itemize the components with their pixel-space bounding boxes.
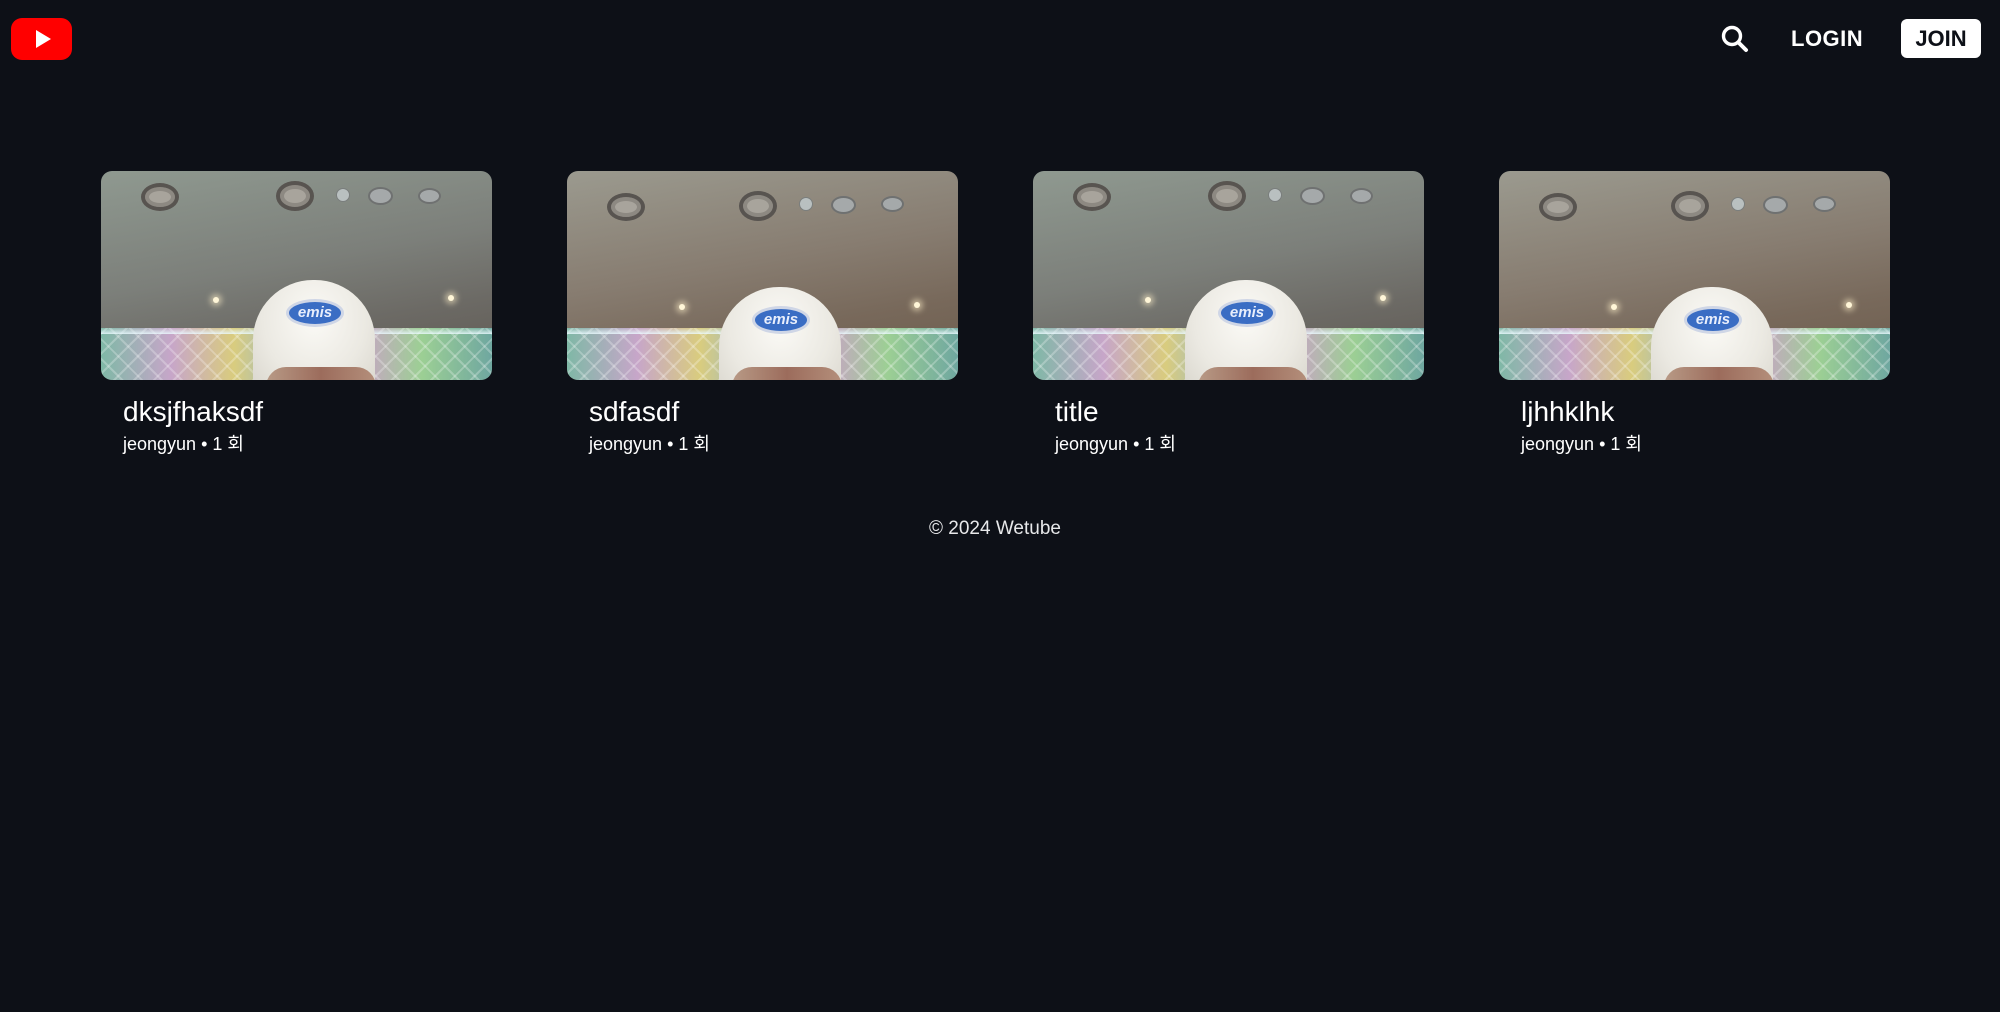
wall-light [1611, 304, 1617, 310]
wall-light [1380, 295, 1386, 301]
video-card[interactable]: emis title jeongyun • 1 회 [1033, 171, 1424, 456]
ceiling-fixture [1813, 196, 1836, 212]
cap-logo: emis [286, 299, 344, 327]
play-icon [36, 30, 51, 48]
video-views: 1 회 [212, 434, 244, 454]
wall-light [448, 295, 454, 301]
ceiling-fixture [1300, 187, 1325, 205]
video-thumbnail[interactable]: emis [1033, 171, 1424, 380]
video-meta: jeongyun • 1 회 [123, 432, 492, 456]
video-views: 1 회 [678, 434, 710, 454]
face [732, 367, 842, 380]
video-card[interactable]: emis dksjfhaksdf jeongyun • 1 회 [101, 171, 492, 456]
login-link[interactable]: LOGIN [1791, 24, 1863, 54]
ceiling-vent [1671, 191, 1709, 221]
video-card[interactable]: emis sdfasdf jeongyun • 1 회 [567, 171, 958, 456]
ceiling-vent [276, 181, 314, 211]
video-title[interactable]: title [1055, 395, 1424, 429]
video-owner[interactable]: jeongyun [589, 434, 662, 454]
footer-copyright: © 2024 Wetube [929, 518, 1061, 539]
video-meta: jeongyun • 1 회 [1521, 432, 1890, 456]
wall-light [679, 304, 685, 310]
video-thumbnail[interactable]: emis [101, 171, 492, 380]
meta-separator: • [1133, 434, 1140, 454]
face [1664, 367, 1774, 380]
ceiling-fixture [1763, 196, 1788, 214]
video-title[interactable]: dksjfhaksdf [123, 395, 492, 429]
wall-light [1846, 302, 1852, 308]
video-title[interactable]: ljhhklhk [1521, 395, 1890, 429]
ceiling-fixture [881, 196, 904, 212]
ceiling-light [799, 197, 813, 211]
video-meta: jeongyun • 1 회 [1055, 432, 1424, 456]
ceiling-light [336, 188, 350, 202]
search-icon[interactable] [1720, 24, 1750, 54]
face [266, 367, 376, 380]
header: LOGIN JOIN [0, 0, 2000, 78]
video-views: 1 회 [1610, 434, 1642, 454]
video-card[interactable]: emis ljhhklhk jeongyun • 1 회 [1499, 171, 1890, 456]
video-title[interactable]: sdfasdf [589, 395, 958, 429]
cap: emis [1185, 280, 1307, 380]
wall-light [213, 297, 219, 303]
ceiling-fixture [831, 196, 856, 214]
video-owner[interactable]: jeongyun [1521, 434, 1594, 454]
ceiling-light [1731, 197, 1745, 211]
youtube-logo-icon[interactable] [11, 18, 72, 60]
meta-separator: • [201, 434, 208, 454]
join-button[interactable]: JOIN [1901, 19, 1981, 58]
ceiling-vent [739, 191, 777, 221]
ceiling-light [1268, 188, 1282, 202]
video-grid: emis dksjfhaksdf jeongyun • 1 회 emis sdf… [101, 171, 1890, 456]
ceiling-vent [1208, 181, 1246, 211]
ceiling-fixture [1350, 188, 1373, 204]
ceiling-vent [141, 183, 179, 211]
wall-light [1145, 297, 1151, 303]
cap: emis [253, 280, 375, 380]
face [1198, 367, 1308, 380]
video-thumbnail[interactable]: emis [567, 171, 958, 380]
ceiling-vent [607, 193, 645, 221]
video-thumbnail[interactable]: emis [1499, 171, 1890, 380]
meta-separator: • [667, 434, 674, 454]
ceiling-fixture [368, 187, 393, 205]
ceiling-fixture [418, 188, 441, 204]
wall-light [914, 302, 920, 308]
video-meta: jeongyun • 1 회 [589, 432, 958, 456]
cap-logo: emis [1218, 299, 1276, 327]
ceiling-vent [1073, 183, 1111, 211]
video-views: 1 회 [1144, 434, 1176, 454]
ceiling-vent [1539, 193, 1577, 221]
cap-logo: emis [752, 306, 810, 334]
cap-logo: emis [1684, 306, 1742, 334]
meta-separator: • [1599, 434, 1606, 454]
video-owner[interactable]: jeongyun [123, 434, 196, 454]
video-owner[interactable]: jeongyun [1055, 434, 1128, 454]
